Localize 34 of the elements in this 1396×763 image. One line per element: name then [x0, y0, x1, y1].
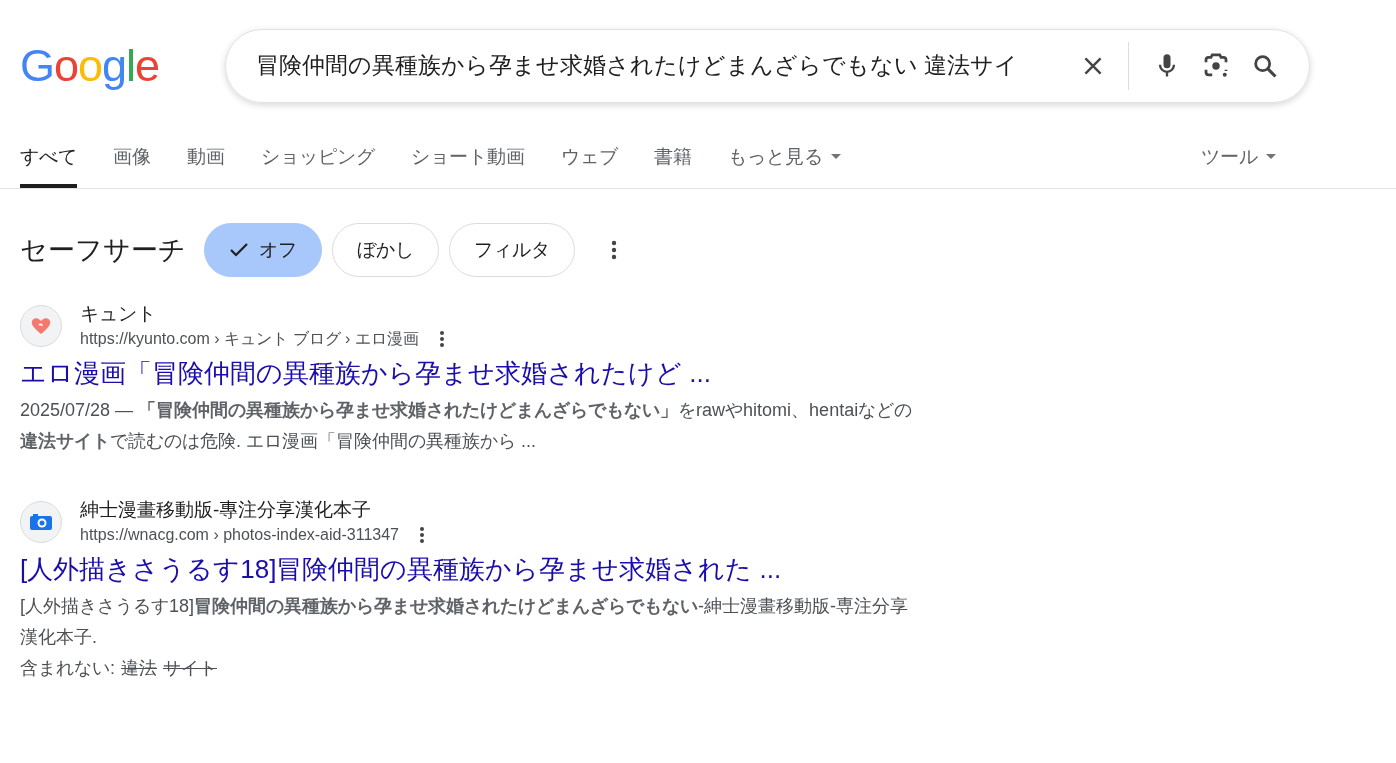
camera-icon [29, 513, 53, 531]
missing-term: サイト [163, 657, 217, 680]
more-options-icon[interactable] [611, 240, 617, 260]
result-snippet: 2025/07/28 — 「冒険仲間の異種族から孕ませ求婚されたけどまんざらでもない」をrawやhitomi、hentaiなどの違法サイトで読むのは危険. エロ漫画「冒険仲間の異種族から ... [20, 399, 914, 453]
filter-chip[interactable]: ぼかし [332, 223, 439, 277]
safe-search-label: セーフサーチ [20, 234, 186, 267]
site-name: キュント [80, 302, 157, 326]
site-name: 紳士漫畫移動版-專注分享漢化本子 [80, 498, 373, 522]
search-tab[interactable]: もっと見る [728, 130, 841, 188]
more-options-icon[interactable] [438, 330, 445, 348]
search-tab[interactable]: 画像 [113, 130, 151, 188]
site-url[interactable]: https://wnacg.com › photos-index-aid-311347 [80, 523, 399, 547]
search-tab[interactable]: 書籍 [654, 130, 692, 188]
caret-icon [831, 154, 841, 160]
google-logo[interactable]: Google [20, 43, 225, 88]
search-tab[interactable]: 動画 [187, 130, 225, 188]
heart-icon [30, 316, 52, 336]
result-snippet: [人外描きさうるす18]冒険仲間の異種族から孕ませ求婚されたけどまんざらでもない-紳士漫畫移動版-専注分享漢化本子. [20, 595, 910, 649]
result-title-link[interactable]: エロ漫画「冒険仲間の異種族から孕ませ求婚されたけど ... [20, 355, 711, 391]
caret-icon [1266, 154, 1276, 160]
search-tab[interactable]: ウェブ [561, 130, 618, 188]
filter-chip[interactable]: フィルタ [449, 223, 575, 277]
filter-chip[interactable]: オフ [204, 223, 322, 277]
search-tab[interactable]: ショッピング [261, 130, 375, 188]
search-field[interactable]: 冒険仲間の異種族から孕ませ求婚されたけどまんざらでもない 違法サイ [256, 52, 1066, 79]
more-options-icon[interactable] [419, 526, 425, 544]
missing-term: 違法 [121, 657, 157, 680]
check-icon [229, 242, 249, 258]
search-tab[interactable]: すべて [20, 130, 77, 188]
tools-button[interactable]: ツール [1201, 130, 1276, 188]
search-tab[interactable]: ショート動画 [411, 130, 525, 188]
site-url[interactable]: https://kyunto.com › キュント ブログ › エロ漫画 [80, 327, 419, 351]
missing-label: 含まれない: [20, 657, 115, 680]
result-title-link[interactable]: [人外描きさうるす18]冒険仲間の異種族から孕ませ求婚された ... [20, 551, 782, 587]
